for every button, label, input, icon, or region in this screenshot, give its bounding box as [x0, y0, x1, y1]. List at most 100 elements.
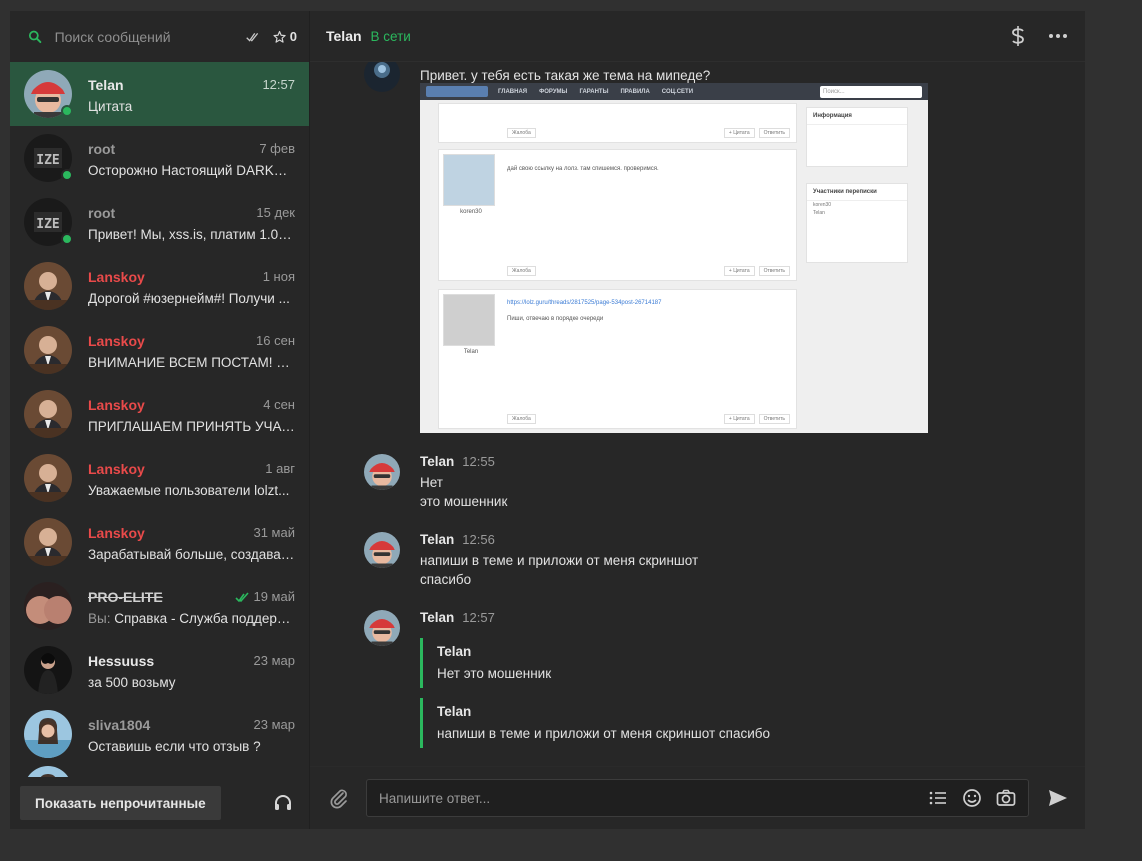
- conversation-name: root: [88, 204, 116, 221]
- more-options-icon[interactable]: [1047, 25, 1069, 47]
- conversation-preview: за 500 возьму: [88, 675, 295, 690]
- conversation-time: 16 сен: [256, 333, 295, 348]
- headset-icon[interactable]: [273, 793, 293, 813]
- shot-participant: koren30: [813, 202, 832, 208]
- conversation-preview: Вы: Справка - Служба поддерж...: [88, 611, 295, 626]
- avatar[interactable]: [24, 262, 72, 310]
- avatar[interactable]: [24, 646, 72, 694]
- message: Telan 12:57 Telan Нет это мошенник Telan…: [364, 610, 1065, 748]
- emoji-icon[interactable]: [962, 788, 982, 808]
- send-icon[interactable]: [1047, 787, 1069, 809]
- avatar[interactable]: [24, 454, 72, 502]
- conversation-preview: Цитата: [88, 99, 295, 114]
- conversation-preview: ПРИГЛАШАЕМ ПРИНЯТЬ УЧАСТ...: [88, 419, 295, 434]
- avatar[interactable]: [24, 766, 72, 777]
- avatar[interactable]: [364, 532, 400, 568]
- conversation-time-text: 23 мар: [253, 717, 295, 732]
- avatar[interactable]: IZE: [24, 134, 73, 182]
- conversation-preview: Оставишь если что отзыв ?: [88, 739, 295, 754]
- avatar[interactable]: [24, 390, 72, 438]
- shot-quote: + Цитата: [723, 128, 755, 138]
- quote-block[interactable]: Telan напиши в теме и приложи от меня ск…: [420, 698, 1065, 748]
- preview-text: ПРИГЛАШАЕМ ПРИНЯТЬ УЧАСТ...: [88, 418, 295, 434]
- conversation-name: Lanskoy: [88, 268, 145, 285]
- message-text: спасибо: [420, 572, 472, 587]
- attach-icon[interactable]: [328, 787, 350, 809]
- quote-text: напиши в теме и приложи от меня скриншот…: [437, 726, 770, 741]
- shot-post: Жалоба + Цитата Ответить: [438, 103, 797, 143]
- mark-all-read-icon[interactable]: [245, 28, 259, 46]
- conversation-item[interactable]: IZE root 15 дек Привет! Мы, xss.is, плат…: [10, 190, 309, 254]
- conversation-list[interactable]: Telan 12:57 Цитата IZE root 7 фев Осторо…: [10, 62, 309, 777]
- reply-input[interactable]: [379, 790, 914, 806]
- avatar[interactable]: [24, 710, 72, 758]
- conversation-item[interactable]: Hessuuss 23 мар за 500 возьму: [10, 638, 309, 702]
- conversation-time: 23 мар: [254, 653, 295, 668]
- conversation-item[interactable]: [10, 766, 309, 777]
- shot-quote: + Цитата: [723, 266, 755, 276]
- online-indicator: [61, 105, 73, 117]
- shot-post: koren30 дай свою ссылку на лолз. там спи…: [438, 149, 797, 281]
- message-text: это мошенник: [420, 494, 508, 509]
- conversation-item[interactable]: Lanskoy 16 сен ВНИМАНИЕ ВСЕМ ПОСТАМ! AL.…: [10, 318, 309, 382]
- shot-avatar: [443, 154, 495, 206]
- conversation-item[interactable]: IZE root 7 фев Осторожно Настоящий DARKN…: [10, 126, 309, 190]
- message-author[interactable]: Telan: [420, 610, 454, 625]
- attached-screenshot[interactable]: ГЛАВНАЯ ФОРУМЫ ГАРАНТЫ ПРАВИЛА СОЦ.СЕТИ …: [420, 83, 928, 433]
- avatar[interactable]: [364, 62, 400, 92]
- avatar[interactable]: [364, 610, 400, 646]
- conversation-item[interactable]: Lanskoy 1 авг Уважаемые пользователи lol…: [10, 446, 309, 510]
- avatar[interactable]: IZE: [24, 198, 73, 246]
- message-author[interactable]: Telan: [420, 454, 454, 469]
- list-icon[interactable]: [928, 788, 948, 808]
- avatar[interactable]: [24, 70, 73, 118]
- shot-flag: Жалоба: [507, 414, 536, 424]
- quote-block[interactable]: Telan Нет это мошенник: [420, 638, 1065, 688]
- conversation-time: 19 май: [235, 589, 295, 604]
- conversation-time-text: 1 авг: [265, 461, 295, 476]
- chat-title[interactable]: Telan: [326, 28, 362, 44]
- conversation-item[interactable]: Telan 12:57 Цитата: [10, 62, 309, 126]
- message: Telan 12:55 Нет это мошенник: [364, 454, 1065, 511]
- preview-text: Оставишь если что отзыв ?: [88, 738, 261, 754]
- shot-reply: Ответить: [758, 414, 790, 424]
- conversation-item[interactable]: Lanskoy 1 ноя Дорогой #юзернейм#! Получи…: [10, 254, 309, 318]
- shot-nav-item: ФОРУМЫ: [539, 88, 568, 95]
- preview-text: Осторожно Настоящий DARKNET...: [88, 162, 295, 178]
- message-author[interactable]: Telan: [420, 532, 454, 547]
- conversation-item[interactable]: Lanskoy 31 май Зарабатывай больше, созда…: [10, 510, 309, 574]
- conversation-name: Lanskoy: [88, 332, 145, 349]
- conversation-time-text: 23 мар: [253, 653, 295, 668]
- shot-participant: Telan: [813, 210, 825, 216]
- preview-text: за 500 возьму: [88, 674, 176, 690]
- star-icon[interactable]: [273, 28, 286, 46]
- avatar[interactable]: [24, 518, 72, 566]
- message-list[interactable]: Привет. у тебя есть такая же тема на мип…: [310, 62, 1085, 766]
- search-icon[interactable]: [28, 27, 43, 47]
- show-unread-button[interactable]: Показать непрочитанные: [20, 786, 221, 820]
- shot-quote: + Цитата: [723, 414, 755, 424]
- conversation-item[interactable]: sliva1804 23 мар Оставишь если что отзыв…: [10, 702, 309, 766]
- conversation-item[interactable]: Lanskoy 4 сен ПРИГЛАШАЕМ ПРИНЯТЬ УЧАСТ..…: [10, 382, 309, 446]
- preview-text: ВНИМАНИЕ ВСЕМ ПОСТАМ! AL...: [88, 354, 295, 370]
- conversation-name: sliva1804: [88, 716, 151, 733]
- avatar[interactable]: [364, 454, 400, 490]
- preview-text: Дорогой #юзернейм#! Получи ...: [88, 290, 290, 306]
- avatar[interactable]: [24, 326, 72, 374]
- search-input[interactable]: [54, 28, 236, 45]
- conversation-time-text: 31 май: [253, 525, 295, 540]
- shot-post: Telan https://lolz.guru/threads/2817525/…: [438, 289, 797, 429]
- avatar[interactable]: [24, 582, 72, 630]
- shot-reply: Ответить: [758, 128, 790, 138]
- shot-nav-item: СОЦ.СЕТИ: [661, 88, 694, 95]
- dollar-icon[interactable]: [1007, 25, 1029, 47]
- messenger-window: 0 Telan 12:57 Цитата IZE root: [10, 11, 1085, 829]
- camera-icon[interactable]: [996, 788, 1016, 808]
- preview-text: Цитата: [88, 98, 133, 114]
- conversation-time: 7 фев: [259, 141, 295, 156]
- quote-author: Telan: [437, 644, 472, 659]
- online-status: В сети: [370, 28, 411, 44]
- conversation-item[interactable]: PRO-ELITE 19 май Вы: Справка - Служба по…: [10, 574, 309, 638]
- conversation-time-text: 7 фев: [259, 141, 295, 156]
- mipped-logo-icon: [426, 86, 488, 97]
